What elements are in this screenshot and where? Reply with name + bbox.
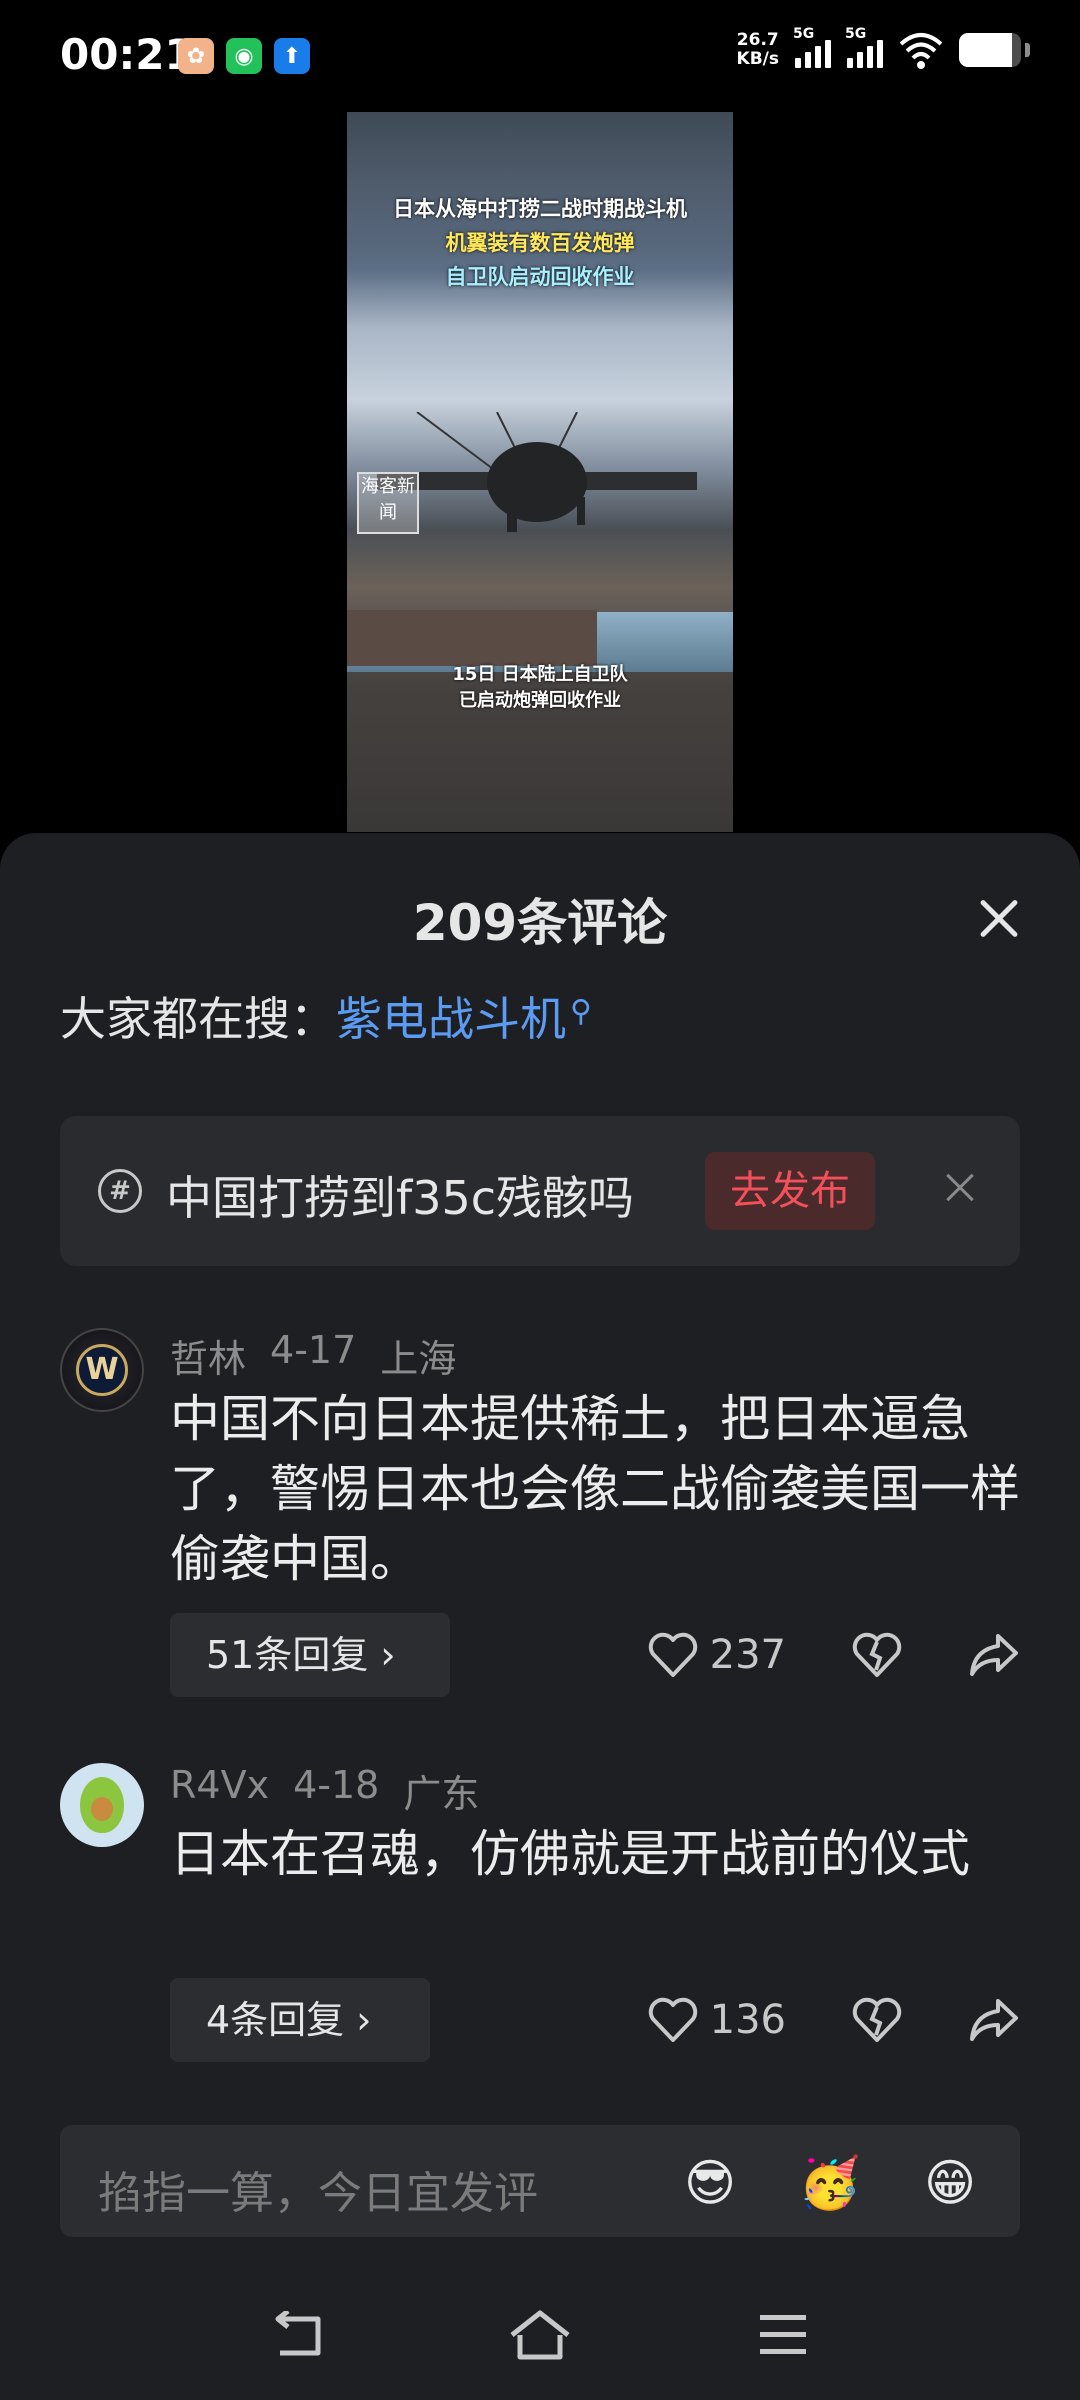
comment-location: 广东 bbox=[403, 1772, 480, 1816]
video-player[interactable]: 日本从海中打捞二战时期战斗机 机翼装有数百发炮弹 自卫队启动回收作业 海客新闻 … bbox=[347, 112, 733, 832]
broken-heart-icon[interactable] bbox=[852, 1632, 902, 1678]
net-speed-unit: KB/s bbox=[736, 49, 779, 69]
menu-icon[interactable] bbox=[758, 2313, 808, 2357]
comment-panel: 209条评论 大家都在搜： 紫电战斗机 ⚲ # 中国打捞到f35c残骸吗 去发布… bbox=[0, 833, 1080, 2273]
heart-icon bbox=[648, 1997, 697, 2042]
heart-icon bbox=[648, 1632, 697, 1677]
emoji-party-icon[interactable]: 🥳 bbox=[798, 2151, 862, 2215]
net-speed-value: 26.7 bbox=[736, 30, 779, 50]
like-count: 136 bbox=[709, 1997, 786, 2043]
comment-date: 4-17 bbox=[270, 1328, 357, 1372]
gallery-app-icon: ✿ bbox=[178, 38, 214, 74]
comment-item: R4Vx 4-18 广东 日本在召魂，仿佛就是开战前的仪式 4条回复 › 136 bbox=[60, 1763, 1020, 2062]
comment-date: 4-18 bbox=[293, 1763, 380, 1807]
share-icon[interactable] bbox=[968, 1632, 1020, 1678]
comment-meta: 哲林 4-17 上海 bbox=[170, 1328, 456, 1383]
emoji-cool-icon[interactable]: 😎 bbox=[678, 2151, 742, 2215]
video-caption: 15日 日本陆上自卫队 已启动炮弹回收作业 bbox=[347, 662, 733, 714]
comment-text: 日本在召魂，仿佛就是开战前的仪式 bbox=[170, 1825, 970, 1883]
comment-count-title: 209条评论 bbox=[412, 894, 668, 952]
upload-icon: ⬆ bbox=[274, 38, 310, 74]
emoji-grin-icon[interactable]: 😁 bbox=[918, 2151, 982, 2215]
trending-search-label: 大家都在搜： bbox=[60, 992, 336, 1046]
close-icon[interactable] bbox=[968, 888, 1028, 948]
wechat-icon: ◉ bbox=[226, 38, 262, 74]
video-caption-line: 15日 日本陆上自卫队 bbox=[452, 664, 628, 685]
dock-background bbox=[347, 610, 597, 666]
avatocado-image bbox=[80, 1777, 124, 1833]
signal-icon-1: 5G bbox=[793, 26, 831, 68]
comment-input[interactable]: 掐指一算，今日宜发评 😎 🥳 😁 bbox=[60, 2125, 1020, 2237]
comment-username[interactable]: R4Vx bbox=[170, 1763, 269, 1818]
comment-input-placeholder: 掐指一算，今日宜发评 bbox=[98, 2168, 538, 2219]
signal-label: 5G bbox=[793, 26, 815, 42]
comment-text: 中国不向日本提供稀土，把日本逼急了，警惕日本也会像二战偷袭美国一样偷袭中国。 bbox=[170, 1390, 1020, 1588]
wifi-icon bbox=[899, 33, 943, 69]
comment-meta: R4Vx 4-18 广东 bbox=[170, 1763, 479, 1818]
like-count: 237 bbox=[709, 1632, 786, 1678]
view-replies-button[interactable]: 4条回复 › bbox=[170, 1978, 430, 2062]
notification-icons: ✿ ◉ ⬆ bbox=[178, 38, 310, 74]
comment-username[interactable]: 哲林 bbox=[170, 1328, 246, 1383]
comment-location: 上海 bbox=[380, 1337, 457, 1381]
trending-search: 大家都在搜： 紫电战斗机 ⚲ bbox=[60, 983, 592, 1049]
status-indicators: 26.7 KB/s 5G 5G bbox=[737, 26, 1030, 70]
signal-label: 5G bbox=[845, 26, 867, 42]
dismiss-prompt-icon[interactable] bbox=[940, 1168, 980, 1208]
search-icon[interactable]: ⚲ bbox=[570, 994, 592, 1029]
comment-item: W 哲林 4-17 上海 中国不向日本提供稀土，把日本逼急了，警惕日本也会像二战… bbox=[60, 1328, 1020, 1697]
video-title-line: 自卫队启动回收作业 bbox=[445, 265, 635, 289]
hashtag-icon: # bbox=[98, 1169, 142, 1213]
video-title-overlay: 日本从海中打捞二战时期战斗机 机翼装有数百发炮弹 自卫队启动回收作业 bbox=[347, 192, 733, 294]
home-icon[interactable] bbox=[508, 2309, 572, 2361]
share-icon[interactable] bbox=[968, 1997, 1020, 2043]
video-title-line: 机翼装有数百发炮弹 bbox=[445, 231, 635, 255]
like-button[interactable]: 237 bbox=[648, 1632, 786, 1678]
salvaged-aircraft-image bbox=[377, 412, 697, 532]
net-speed: 26.7 KB/s bbox=[737, 31, 779, 69]
video-title-line: 日本从海中打捞二战时期战斗机 bbox=[393, 197, 687, 221]
comment-actions: 136 bbox=[648, 1978, 1020, 2062]
broken-heart-icon[interactable] bbox=[852, 1997, 902, 2043]
comment-actions: 237 bbox=[648, 1613, 1020, 1697]
status-time: 00:21 bbox=[60, 30, 194, 79]
system-nav-bar bbox=[0, 2273, 1080, 2400]
avatar[interactable]: W bbox=[60, 1328, 144, 1412]
topic-prompt-text[interactable]: 中国打捞到f35c残骸吗 bbox=[166, 1162, 634, 1228]
publish-button[interactable]: 去发布 bbox=[705, 1152, 875, 1230]
video-caption-line: 已启动炮弹回收作业 bbox=[459, 690, 621, 711]
view-replies-button[interactable]: 51条回复 › bbox=[170, 1613, 450, 1697]
watermark-logo: 海客新闻 bbox=[357, 472, 419, 534]
battery-icon bbox=[959, 33, 1021, 67]
avatar[interactable] bbox=[60, 1763, 144, 1847]
like-button[interactable]: 136 bbox=[648, 1997, 786, 2043]
topic-prompt-card: # 中国打捞到f35c残骸吗 去发布 bbox=[60, 1116, 1020, 1266]
avatar-letter: W bbox=[76, 1344, 128, 1396]
status-bar: 00:21 ✿ ◉ ⬆ 26.7 KB/s 5G 5G bbox=[0, 0, 1080, 115]
back-icon[interactable] bbox=[270, 2311, 326, 2361]
signal-icon-2: 5G bbox=[845, 26, 883, 68]
trending-search-link[interactable]: 紫电战斗机 bbox=[336, 983, 566, 1049]
